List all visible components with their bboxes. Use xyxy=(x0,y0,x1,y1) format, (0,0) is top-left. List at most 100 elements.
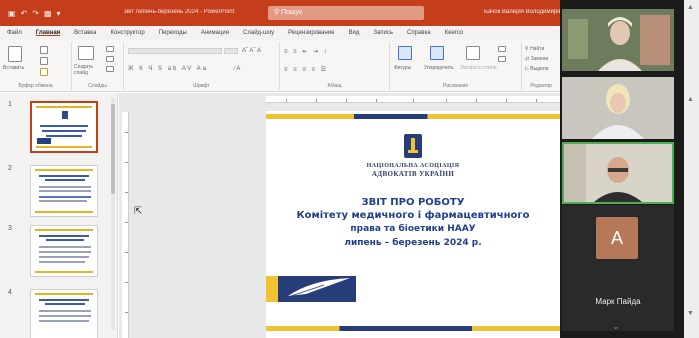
font-size-select[interactable] xyxy=(224,48,238,54)
thumb-text-line xyxy=(39,200,87,202)
participant-video-1[interactable] xyxy=(562,9,674,71)
font-size-grow-icon[interactable]: Aˆ Aˇ Ạ xyxy=(242,48,261,54)
copy-icon[interactable] xyxy=(40,57,48,65)
scroll-up-icon[interactable]: ▲ xyxy=(687,96,694,103)
tab-design[interactable]: Конструктор xyxy=(103,30,151,36)
new-slide-icon[interactable] xyxy=(78,46,94,60)
participant-tile-avatar[interactable]: А Марк Пайда ⌄ xyxy=(562,205,674,331)
quick-styles-button[interactable]: Экспресс-стили xyxy=(460,65,497,71)
font-format-icons[interactable]: Ж К Ч S ab AV Aa xyxy=(128,66,208,72)
tab-home[interactable]: Главная xyxy=(29,30,67,36)
ruler-tick xyxy=(536,99,537,102)
thumb-text-line xyxy=(39,251,91,253)
thumb-stripe xyxy=(35,211,93,213)
tab-insert[interactable]: Вставка xyxy=(67,30,103,36)
quick-styles-icon[interactable] xyxy=(466,46,480,60)
tab-transitions[interactable]: Переходы xyxy=(152,30,194,36)
scroll-up-icon[interactable]: ▲ xyxy=(687,4,694,11)
shapes-button[interactable]: Фигуры xyxy=(394,65,411,71)
slideshow-icon[interactable]: ▩ xyxy=(44,9,52,18)
slide-title-line4: липень – березень 2024 р. xyxy=(344,238,482,248)
tab-slideshow[interactable]: Слайд-шоу xyxy=(236,30,281,36)
tab-record[interactable]: Запись xyxy=(366,30,400,36)
clipboard-group-label: Буфер обмена xyxy=(18,83,53,89)
search-box[interactable]: ⚲ Пошук xyxy=(268,6,424,20)
arrange-icon[interactable] xyxy=(430,46,444,60)
scroll-down-icon[interactable]: ▼ xyxy=(687,310,694,317)
new-slide-button[interactable]: Создать слайд xyxy=(74,64,104,76)
font-family-select[interactable] xyxy=(128,48,222,54)
ribbon-tabs: Файл Главная Вставка Конструктор Переход… xyxy=(0,26,560,40)
save-icon[interactable]: ▣ xyxy=(8,9,16,18)
ruler-tick xyxy=(125,312,128,313)
mouse-pointer-icon: ⇱ xyxy=(134,206,143,217)
thumb-stripe xyxy=(36,106,92,108)
find-label: Найти xyxy=(530,46,545,52)
font-color-icon[interactable]: ∕ A xyxy=(234,66,240,72)
slides-group-label: Слайды xyxy=(88,83,107,89)
drawing-group: Фигуры Упорядочить Экспресс-стили Рисова… xyxy=(390,42,522,90)
drawing-group-label: Рисование xyxy=(442,83,469,89)
thumb-text-line xyxy=(39,299,89,301)
tab-animations[interactable]: Анимация xyxy=(194,30,236,36)
undo-icon[interactable]: ↶ xyxy=(21,9,28,18)
select-icon: ▷ xyxy=(525,66,529,72)
arrange-button[interactable]: Упорядочить xyxy=(424,65,454,71)
quill-banner xyxy=(266,276,356,302)
thumb-text-line xyxy=(40,125,88,127)
clipboard-group: Вставить Буфер обмена xyxy=(0,42,72,90)
thumb-text-line xyxy=(39,235,89,237)
thumb-text-line xyxy=(39,196,91,198)
cut-icon[interactable] xyxy=(40,46,48,54)
shapes-icon[interactable] xyxy=(398,46,412,60)
chevron-down-icon[interactable]: ⌄ xyxy=(612,321,620,331)
horizontal-ruler xyxy=(266,96,560,103)
thumb-text-line xyxy=(39,310,91,312)
tab-extra[interactable]: Кeеrco xyxy=(438,30,471,36)
thumbnails-scrollbar[interactable] xyxy=(111,98,115,330)
paste-button[interactable]: Вставить xyxy=(3,65,24,71)
shape-fill-icon[interactable] xyxy=(498,46,506,52)
slide-thumbnail-2[interactable] xyxy=(30,165,98,217)
ruler-tick xyxy=(346,99,347,102)
window-scrollbar[interactable]: ▲ ▲ ▼ xyxy=(684,0,699,338)
slide-thumbnail-1[interactable] xyxy=(30,101,98,153)
title-bar: ▣ ↶ ↷ ▩ ▾ звіт липень-березень 2024 - Po… xyxy=(0,0,568,26)
thumbnails-scroll-thumb[interactable] xyxy=(111,104,115,194)
format-painter-icon[interactable] xyxy=(40,68,48,76)
reset-icon[interactable] xyxy=(106,56,114,62)
redo-icon[interactable]: ↷ xyxy=(32,9,39,18)
slide-thumbnail-3[interactable] xyxy=(30,225,98,277)
slide-bottom-band xyxy=(266,326,560,331)
thumb-logo-icon xyxy=(62,111,68,119)
account-name[interactable]: Бачок Валерія Володимирівна xyxy=(484,9,568,15)
participant-video-3-active-speaker[interactable] xyxy=(562,142,674,204)
thumb-text-line xyxy=(39,175,89,177)
layout-icon[interactable] xyxy=(106,46,114,52)
vertical-ruler xyxy=(122,112,129,338)
thumb-stripe xyxy=(35,169,93,171)
tab-review[interactable]: Рецензирование xyxy=(281,30,341,36)
customize-chevron-icon[interactable]: ▾ xyxy=(57,9,61,18)
list-icons[interactable]: ≡ ≡ ⇤ ⇥ ↕ xyxy=(284,48,329,55)
tab-view[interactable]: Вид xyxy=(341,30,366,36)
paste-icon[interactable] xyxy=(8,46,22,62)
tab-help[interactable]: Справка xyxy=(400,30,438,36)
replace-button[interactable]: ⇄ Замени xyxy=(525,56,548,62)
thumb-text-line xyxy=(39,261,85,263)
paragraph-group: ≡ ≡ ⇤ ⇥ ↕ ≡ ≡ ≡ ≡ ☰ Абзац xyxy=(280,42,390,90)
ruler-tick xyxy=(125,192,128,193)
tab-file[interactable]: Файл xyxy=(0,30,29,36)
thumb-text-line xyxy=(39,246,91,248)
shape-outline-icon[interactable] xyxy=(498,56,506,62)
participant-video-2[interactable] xyxy=(562,77,674,139)
select-label: Выдели xyxy=(530,66,549,72)
select-button[interactable]: ▷ Выдели xyxy=(525,66,548,72)
current-slide[interactable]: НАЦІОНАЛЬНА АСОЦІАЦІЯ АДВОКАТІВ УКРАЇНИ … xyxy=(266,111,560,338)
slide-thumbnail-4[interactable] xyxy=(30,289,98,338)
find-button[interactable]: ⚲ Найти xyxy=(525,46,544,52)
align-icons[interactable]: ≡ ≡ ≡ ≡ ☰ xyxy=(284,66,328,73)
ruler-tick xyxy=(506,99,507,102)
section-icon[interactable] xyxy=(106,66,114,72)
thumb-stripe xyxy=(35,271,93,273)
